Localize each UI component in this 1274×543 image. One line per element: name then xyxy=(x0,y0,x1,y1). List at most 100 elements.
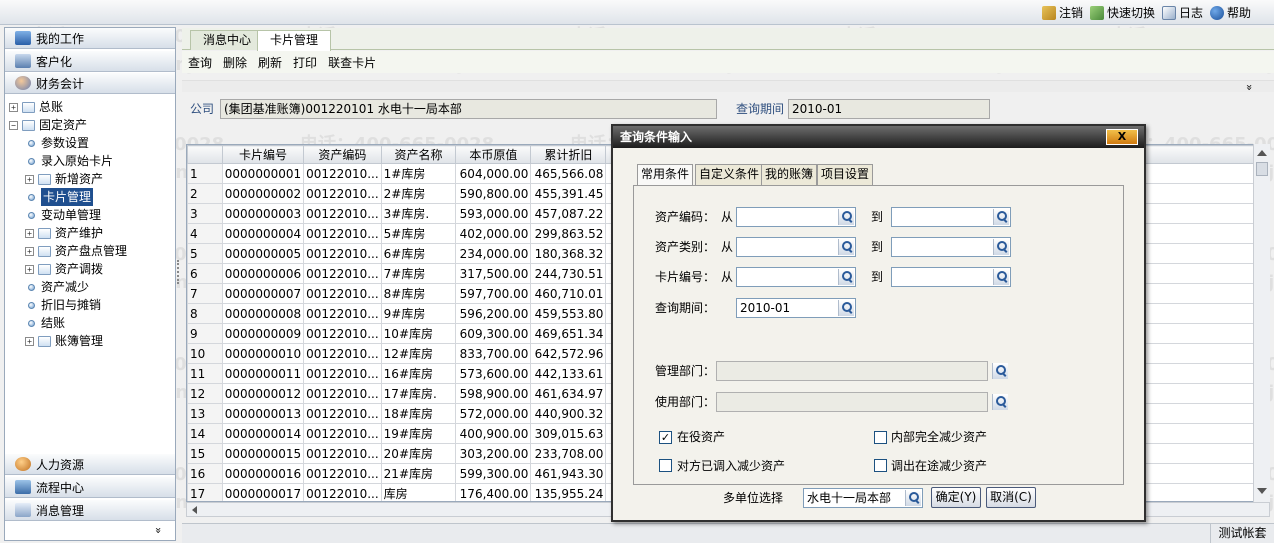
expand-icon[interactable]: + xyxy=(25,336,34,346)
asset-type-to-input[interactable] xyxy=(891,237,1011,257)
table-cell: 455,391.45 xyxy=(530,183,607,204)
vertical-scrollbar[interactable] xyxy=(1253,144,1270,502)
scroll-left-icon[interactable] xyxy=(192,506,197,514)
quick-switch-link[interactable]: 快速切换 xyxy=(1090,5,1155,21)
in-service-checkbox[interactable]: ✓ xyxy=(659,431,672,444)
help-link[interactable]: 帮助 xyxy=(1210,5,1251,21)
lookup-icon[interactable] xyxy=(838,209,854,225)
log-link[interactable]: 日志 xyxy=(1162,5,1203,21)
table-cell: 465,566.08 xyxy=(530,163,607,184)
tree-item-label: 卡片管理 xyxy=(41,188,94,206)
nav-hr[interactable]: 人力资源 xyxy=(5,454,175,475)
tab-message-center[interactable]: 消息中心 xyxy=(190,30,265,50)
collapse-filter-icon[interactable]: » xyxy=(1243,84,1256,91)
column-header[interactable]: 资产名称 xyxy=(380,145,457,164)
delete-button[interactable]: 删除 xyxy=(217,54,252,71)
expand-icon[interactable]: + xyxy=(9,102,18,112)
scroll-up-icon[interactable] xyxy=(1257,150,1267,156)
table-cell: 00122010... xyxy=(303,183,382,204)
column-header[interactable]: 资产编码 xyxy=(303,145,382,164)
expand-icon[interactable]: + xyxy=(25,228,34,238)
row-number: 11 xyxy=(187,363,223,384)
folder-icon xyxy=(22,101,35,113)
tree-item[interactable]: + 账簿管理 xyxy=(25,332,103,350)
to-label: 到 xyxy=(871,210,884,224)
asset-type-from-input[interactable] xyxy=(736,237,856,257)
nav-my-work[interactable]: 我的工作 xyxy=(5,28,175,49)
expand-icon[interactable]: + xyxy=(25,246,34,256)
splitter-handle[interactable] xyxy=(177,260,180,284)
table-cell: 642,572.96 xyxy=(530,343,607,364)
tree-item[interactable]: 资产减少 xyxy=(25,278,89,296)
ok-button[interactable]: 确定(Y) xyxy=(931,487,981,508)
lookup-icon[interactable] xyxy=(838,239,854,255)
card-number-from-input[interactable] xyxy=(736,267,856,287)
column-header[interactable]: 本币原值 xyxy=(455,145,532,164)
tree-item[interactable]: 录入原始卡片 xyxy=(25,152,113,170)
dialog-tab-custom[interactable]: 自定义条件 xyxy=(695,164,764,185)
lookup-icon[interactable] xyxy=(993,269,1009,285)
lookup-icon[interactable] xyxy=(993,239,1009,255)
card-number-to-input[interactable] xyxy=(891,267,1011,287)
query-button[interactable]: 查询 xyxy=(182,54,217,71)
accountant-icon xyxy=(15,76,31,90)
scroll-thumb[interactable] xyxy=(1256,162,1268,176)
lookup-icon[interactable] xyxy=(992,363,1008,379)
column-header[interactable]: 卡片编号 xyxy=(221,145,305,164)
collapse-icon[interactable]: − xyxy=(9,120,18,130)
lookup-icon[interactable] xyxy=(992,394,1008,410)
dialog-tab-common[interactable]: 常用条件 xyxy=(637,164,694,186)
nav-personalize[interactable]: 客户化 xyxy=(5,51,175,72)
tree-item[interactable]: − 固定资产 xyxy=(9,116,87,134)
table-cell: 244,730.51 xyxy=(530,263,607,284)
dialog-tab-my-books[interactable]: 我的账簿 xyxy=(761,164,818,185)
logout-link[interactable]: 注销 xyxy=(1042,5,1083,21)
tree-item[interactable]: 卡片管理 xyxy=(25,188,94,206)
tree-item[interactable]: + 新增资产 xyxy=(25,170,103,188)
counterpart-reduced-checkbox[interactable] xyxy=(659,459,672,472)
tree-item[interactable]: + 资产调拨 xyxy=(25,260,103,278)
lookup-icon[interactable] xyxy=(905,490,921,506)
tree-item[interactable]: + 总账 xyxy=(9,98,63,116)
column-header[interactable]: 累计折旧 xyxy=(530,145,607,164)
nav-collapse-arrow[interactable]: » xyxy=(152,527,165,534)
lookup-icon[interactable] xyxy=(993,209,1009,225)
asset-code-from-input[interactable] xyxy=(736,207,856,227)
tree-item[interactable]: 变动单管理 xyxy=(25,206,101,224)
dialog-close-button[interactable]: X xyxy=(1106,129,1138,145)
row-number: 7 xyxy=(187,283,223,304)
in-transit-reduced-checkbox[interactable] xyxy=(874,459,887,472)
row-number: 1 xyxy=(187,163,223,184)
top-bar: 注销 快速切换 日志 帮助 xyxy=(0,0,1274,25)
tab-card-management[interactable]: 卡片管理 xyxy=(257,30,332,51)
nav-workflow[interactable]: 流程中心 xyxy=(5,477,175,498)
asset-code-to-input[interactable] xyxy=(891,207,1011,227)
scroll-down-icon[interactable] xyxy=(1257,488,1267,494)
lookup-icon[interactable] xyxy=(838,269,854,285)
query-period-input[interactable]: 2010-01 xyxy=(736,298,856,318)
print-button[interactable]: 打印 xyxy=(287,54,322,71)
refresh-button[interactable]: 刷新 xyxy=(252,54,287,71)
lookup-icon[interactable] xyxy=(838,300,854,316)
tree-item[interactable]: + 资产维护 xyxy=(25,224,103,242)
management-dept-lookup[interactable] xyxy=(991,362,1009,380)
table-cell: 19#库房 xyxy=(380,423,457,444)
dialog-tab-project-settings[interactable]: 项目设置 xyxy=(817,164,874,185)
use-dept-lookup[interactable] xyxy=(991,393,1009,411)
internal-reduced-checkbox[interactable] xyxy=(874,431,887,444)
nav-messages[interactable]: 消息管理 xyxy=(5,500,175,521)
tab-bar: 消息中心 卡片管理 xyxy=(182,28,1274,51)
table-cell: 135,955.24 xyxy=(530,483,607,501)
multi-unit-input[interactable]: 水电十一局本部 xyxy=(803,488,923,508)
tree-item[interactable]: 参数设置 xyxy=(25,134,89,152)
nav-finance[interactable]: 财务会计 xyxy=(5,73,175,94)
tree-item[interactable]: + 资产盘点管理 xyxy=(25,242,127,260)
tree-item[interactable]: 结账 xyxy=(25,314,65,332)
linked-card-button[interactable]: 联查卡片 xyxy=(322,54,381,71)
table-cell: 459,553.80 xyxy=(530,303,607,324)
cancel-button[interactable]: 取消(C) xyxy=(986,487,1036,508)
expand-icon[interactable]: + xyxy=(25,174,34,184)
tree-item[interactable]: 折旧与摊销 xyxy=(25,296,101,314)
table-cell: 0000000006 xyxy=(221,263,305,284)
expand-icon[interactable]: + xyxy=(25,264,34,274)
